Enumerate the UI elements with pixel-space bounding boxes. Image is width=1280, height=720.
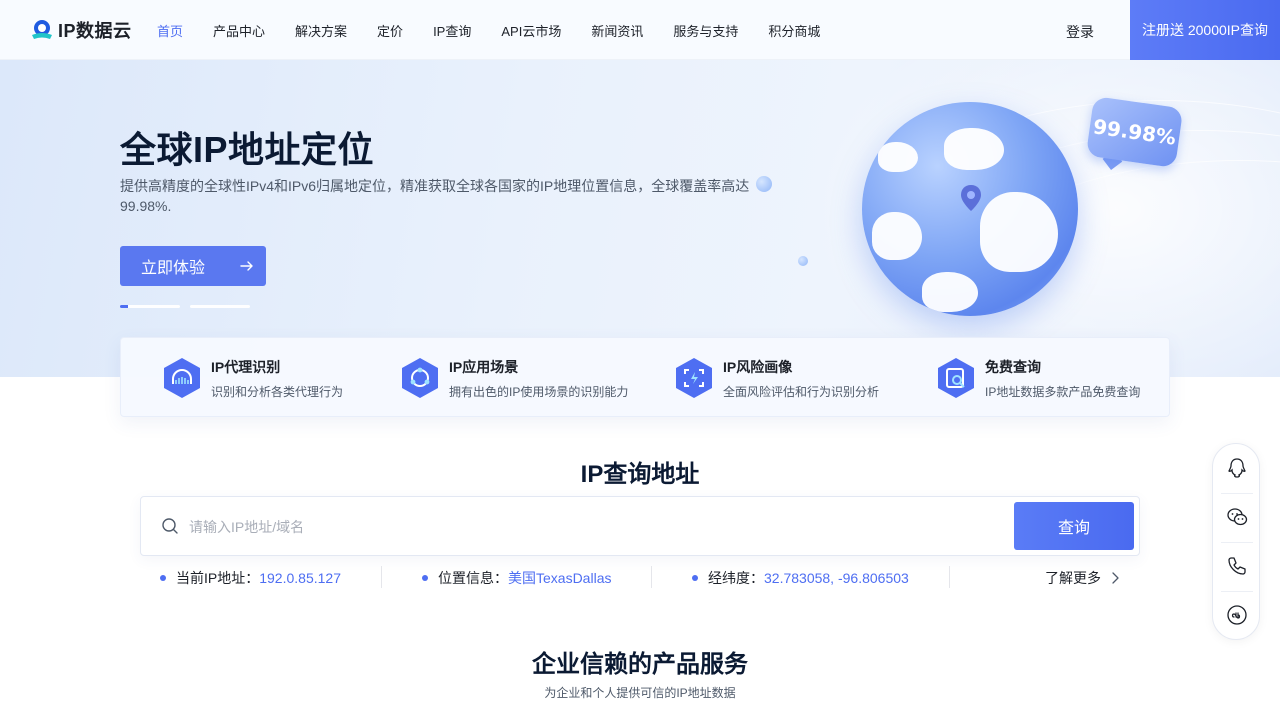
globe-illustration xyxy=(862,102,1078,316)
carousel-indicator-1[interactable] xyxy=(120,305,180,308)
nav-item-solutions[interactable]: 解决方案 xyxy=(295,21,347,40)
chevron-right-icon xyxy=(1112,572,1119,584)
nav-item-home[interactable]: 首页 xyxy=(157,21,183,40)
learn-more-label: 了解更多 xyxy=(1045,570,1101,586)
feature-desc: 全面风险评估和行为识别分析 xyxy=(723,384,880,399)
coverage-badge-text: 99.98% xyxy=(1085,96,1184,169)
register-button[interactable]: 注册送 20000IP查询 xyxy=(1130,0,1280,60)
feature-risk[interactable]: IP风险画像 全面风险评估和行为识别分析 xyxy=(675,338,879,418)
proxy-icon xyxy=(164,358,200,398)
feature-desc: IP地址数据多款产品免费查询 xyxy=(985,384,1141,399)
nav-item-points-mall[interactable]: 积分商城 xyxy=(768,21,820,40)
feature-proxy[interactable]: IP代理识别 识别和分析各类代理行为 xyxy=(163,338,343,418)
nav-item-api-market[interactable]: API云市场 xyxy=(501,21,561,40)
globe-land xyxy=(878,142,918,172)
free-query-icon xyxy=(938,358,974,398)
feature-title: IP应用场景 xyxy=(449,358,519,375)
divider xyxy=(949,566,950,588)
logo[interactable]: IP数据云 xyxy=(30,17,132,43)
query-button[interactable]: 查询 xyxy=(1014,502,1134,550)
feature-title: IP代理识别 xyxy=(211,358,281,375)
coords-value: 32.783058, -96.806503 xyxy=(764,570,909,586)
feature-scene[interactable]: IP应用场景 拥有出色的IP使用场景的识别能力 xyxy=(401,338,628,418)
wechat-icon xyxy=(1227,508,1248,526)
wechat-button[interactable] xyxy=(1213,493,1261,541)
top-navbar: IP数据云 首页 产品中心 解决方案 定价 IP查询 API云市场 新闻资讯 服… xyxy=(0,0,1280,60)
globe-land xyxy=(872,212,922,260)
ip-search-box: 查询 xyxy=(140,496,1140,556)
floating-contact-bar xyxy=(1212,443,1260,640)
coords-info: 经纬度： 32.783058, -96.806503 xyxy=(692,568,909,588)
coverage-badge: 99.98% xyxy=(1085,96,1184,176)
globe-land xyxy=(922,272,978,312)
miniprogram-icon xyxy=(1227,605,1247,625)
nav-item-ip-query[interactable]: IP查询 xyxy=(433,21,471,40)
bullet-dot xyxy=(422,575,428,581)
feature-title: 免费查询 xyxy=(985,358,1041,375)
location-label: 位置信息： xyxy=(438,570,508,586)
nav-item-support[interactable]: 服务与支持 xyxy=(673,21,738,40)
main-nav: 首页 产品中心 解决方案 定价 IP查询 API云市场 新闻资讯 服务与支持 积… xyxy=(157,0,850,60)
decor-bubble xyxy=(798,256,808,266)
location-pin-icon xyxy=(961,185,981,211)
feature-strip: IP代理识别 识别和分析各类代理行为 IP应用场景 拥有出色的IP使用场景的识别… xyxy=(120,337,1170,417)
qq-button[interactable] xyxy=(1213,444,1261,492)
feature-desc: 识别和分析各类代理行为 xyxy=(211,384,344,399)
ip-info-row: 当前IP地址： 192.0.85.127 位置信息： 美国TexasDallas… xyxy=(160,566,1120,588)
globe-land xyxy=(944,128,1004,170)
bullet-dot xyxy=(160,575,166,581)
login-link[interactable]: 登录 xyxy=(1066,22,1094,42)
phone-icon xyxy=(1228,557,1246,575)
coords-label: 经纬度： xyxy=(708,570,764,586)
carousel-indicators xyxy=(120,305,250,308)
search-icon xyxy=(162,518,178,534)
phone-button[interactable] xyxy=(1213,542,1261,590)
divider xyxy=(381,566,382,588)
hero-banner: 全球IP地址定位 提供高精度的全球性IPv4和IPv6归属地定位，精准获取全球各… xyxy=(0,60,1280,377)
qq-icon xyxy=(1228,458,1246,478)
globe-land xyxy=(980,192,1058,272)
feature-desc: 拥有出色的IP使用场景的识别能力 xyxy=(449,384,629,399)
arrow-right-icon xyxy=(240,261,253,271)
hero-title: 全球IP地址定位 xyxy=(120,129,375,170)
logo-text: IP数据云 xyxy=(58,21,132,41)
try-now-label: 立即体验 xyxy=(141,260,206,277)
location-value: 美国TexasDallas xyxy=(508,570,612,586)
current-ip-info: 当前IP地址： 192.0.85.127 xyxy=(160,568,341,588)
feature-title: IP风险画像 xyxy=(723,358,793,375)
learn-more-link[interactable]: 了解更多 xyxy=(1045,568,1123,588)
ip-query-title: IP查询地址 xyxy=(580,461,700,488)
try-now-button[interactable]: 立即体验 xyxy=(120,246,266,286)
ip-search-input[interactable] xyxy=(189,511,989,543)
feature-free-query[interactable]: 免费查询 IP地址数据多款产品免费查询 xyxy=(937,338,1140,418)
carousel-indicator-2[interactable] xyxy=(190,305,250,308)
divider xyxy=(651,566,652,588)
scene-icon xyxy=(402,358,438,398)
current-ip-label: 当前IP地址： xyxy=(176,570,260,586)
nav-item-pricing[interactable]: 定价 xyxy=(377,21,403,40)
location-info: 位置信息： 美国TexasDallas xyxy=(422,568,611,588)
logo-icon xyxy=(32,20,52,39)
risk-icon xyxy=(676,358,712,398)
products-subtitle: 为企业和个人提供可信的IP地址数据 xyxy=(544,686,736,700)
nav-item-products[interactable]: 产品中心 xyxy=(213,21,265,40)
bullet-dot xyxy=(692,575,698,581)
miniprogram-button[interactable] xyxy=(1213,591,1261,639)
products-title: 企业信赖的产品服务 xyxy=(532,651,748,678)
current-ip-value: 192.0.85.127 xyxy=(259,570,341,586)
decor-bubble xyxy=(756,176,772,192)
hero-description: 提供高精度的全球性IPv4和IPv6归属地定位，精准获取全球各国家的IP地理位置… xyxy=(120,178,750,214)
nav-item-news[interactable]: 新闻资讯 xyxy=(591,21,643,40)
